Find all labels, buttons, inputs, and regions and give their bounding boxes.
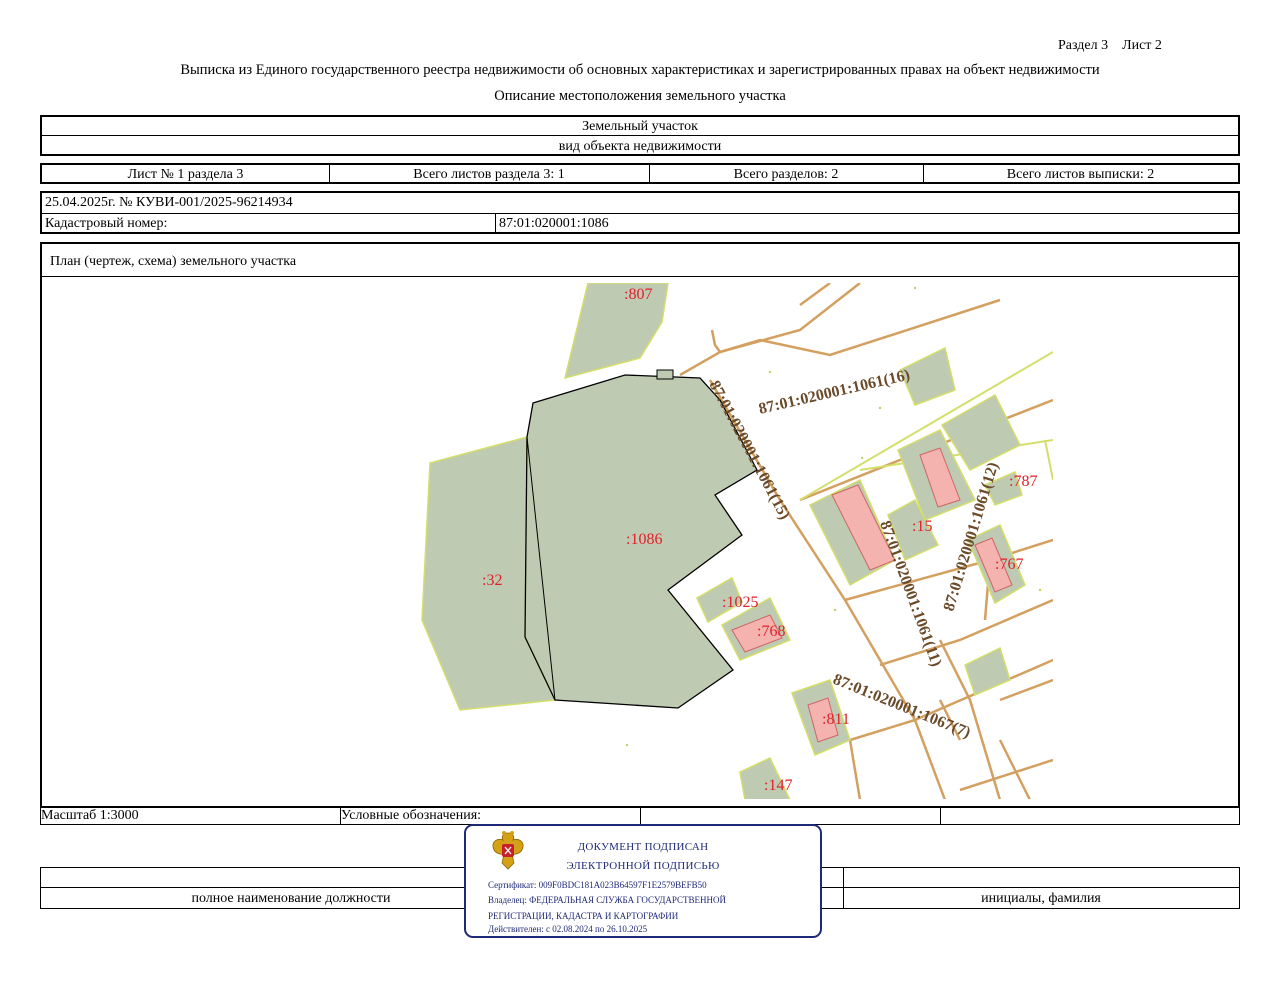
- label-147: :147: [764, 777, 792, 794]
- e-signature-stamp: ДОКУМЕНТ ПОДПИСАН ЭЛЕКТРОННОЙ ПОДПИСЬЮ С…: [464, 824, 822, 938]
- label-767: :767: [995, 556, 1023, 573]
- label-807: :807: [624, 286, 652, 303]
- label-768: :768: [757, 623, 785, 640]
- stamp-line1: ДОКУМЕНТ ПОДПИСАН: [577, 841, 709, 853]
- stamp-owner1: Владелец: ФЕДЕРАЛЬНАЯ СЛУЖБА ГОСУДАРСТВЕ…: [488, 895, 727, 905]
- label-1025: :1025: [722, 594, 758, 611]
- label-1061-16: 87:01:020001:1061(16): [757, 367, 912, 418]
- stamp-valid: Действителен: с 02.08.2024 по 26.10.2025: [488, 924, 648, 934]
- label-1086: :1086: [626, 531, 662, 548]
- label-811: :811: [822, 711, 850, 728]
- stamp-line2: ЭЛЕКТРОННОЙ ПОДПИСЬЮ: [566, 860, 720, 872]
- legend-label: Условные обозначения:: [341, 808, 482, 823]
- label-15: :15: [912, 518, 932, 535]
- scale: Масштаб 1:3000: [41, 808, 139, 823]
- stamp-certificate: Сертификат: 009F0BDC181A023B64597F1E2579…: [488, 880, 707, 890]
- label-1067-7: 87:01:020001:1067(7): [831, 671, 973, 742]
- label-787: :787: [1009, 473, 1037, 490]
- scale-legend-row: Масштаб 1:3000 Условные обозначения:: [40, 806, 1240, 825]
- stamp-owner2: РЕГИСТРАЦИИ, КАДАСТРА И КАРТОГРАФИИ: [488, 911, 679, 921]
- name-caption: инициалы, фамилия: [981, 891, 1101, 906]
- label-32: :32: [482, 572, 502, 589]
